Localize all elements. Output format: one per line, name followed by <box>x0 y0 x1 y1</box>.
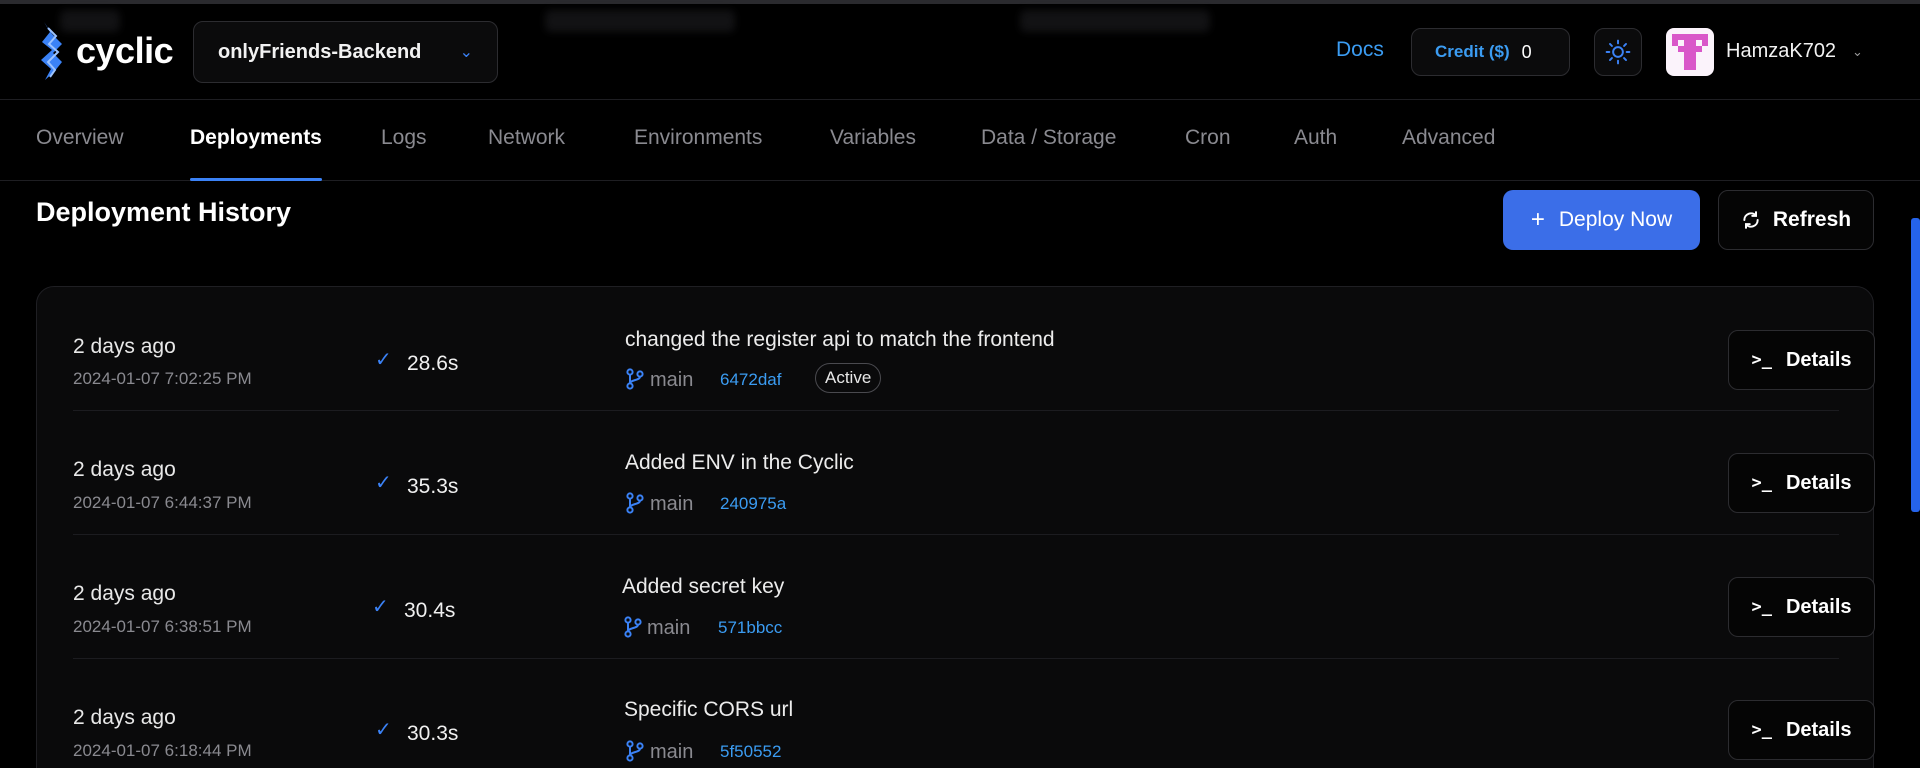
terminal-icon: >_ <box>1751 473 1772 493</box>
deployment-duration: 28.6s <box>407 352 459 375</box>
commit-hash-link[interactable]: 5f50552 <box>720 742 781 762</box>
credit-value: 0 <box>1521 41 1532 62</box>
tab-cron[interactable]: Cron <box>1185 101 1231 181</box>
deployment-row: 2 days ago 2024-01-07 7:02:25 PM ✓ 28.6s… <box>73 287 1875 411</box>
sun-icon <box>1605 39 1631 65</box>
deployment-timestamp: 2024-01-07 6:38:51 PM <box>73 617 252 636</box>
blurred-background <box>1020 10 1210 32</box>
branch-name: main <box>647 617 691 639</box>
deployment-row: 2 days ago 2024-01-07 6:38:51 PM ✓ 30.4s… <box>73 535 1875 659</box>
commit-message: changed the register api to match the fr… <box>625 328 1055 351</box>
credit-button[interactable]: Credit ($) 0 <box>1411 28 1570 76</box>
deploy-now-label: Deploy Now <box>1558 208 1673 231</box>
deployment-row: 2 days ago 2024-01-07 6:18:44 PM ✓ 30.3s… <box>73 659 1875 768</box>
git-branch-icon <box>626 740 644 762</box>
check-icon: ✓ <box>375 349 392 371</box>
details-label: Details <box>1785 718 1852 741</box>
project-name: onlyFriends-Backend <box>218 40 422 63</box>
deploy-now-button[interactable]: + Deploy Now <box>1503 190 1700 250</box>
commit-message: Added secret key <box>622 575 785 598</box>
tab-variables[interactable]: Variables <box>830 101 916 181</box>
project-selector[interactable]: onlyFriends-Backend ⌄ <box>193 21 498 83</box>
avatar[interactable] <box>1666 28 1714 76</box>
branch-name: main <box>650 369 694 391</box>
tab-auth[interactable]: Auth <box>1294 101 1337 181</box>
git-branch-icon <box>626 492 644 514</box>
branch-name: main <box>650 741 694 763</box>
details-button[interactable]: >_ Details <box>1728 453 1875 513</box>
project-tabs: Overview Deployments Logs Network Enviro… <box>0 101 1920 181</box>
tab-environments[interactable]: Environments <box>634 101 762 181</box>
refresh-button[interactable]: Refresh <box>1718 190 1874 250</box>
cyclic-logo-icon <box>41 22 62 80</box>
commit-message: Added ENV in the Cyclic <box>625 451 854 474</box>
deployment-timestamp: 2024-01-07 7:02:25 PM <box>73 369 252 388</box>
chevron-down-icon[interactable]: ⌄ <box>1852 44 1863 60</box>
details-button[interactable]: >_ Details <box>1728 330 1875 390</box>
deployment-timestamp: 2024-01-07 6:44:37 PM <box>73 493 252 512</box>
deployment-relative-time: 2 days ago <box>73 458 176 481</box>
chevron-down-icon: ⌄ <box>459 44 473 61</box>
deployment-row: 2 days ago 2024-01-07 6:44:37 PM ✓ 35.3s… <box>73 411 1875 535</box>
page-title: Deployment History <box>36 197 292 227</box>
branch-name: main <box>650 493 694 515</box>
check-icon: ✓ <box>375 472 392 494</box>
tab-overview[interactable]: Overview <box>36 101 124 181</box>
active-badge: Active <box>815 363 882 393</box>
plus-icon: + <box>1530 206 1545 233</box>
details-label: Details <box>1785 595 1852 618</box>
commit-message: Specific CORS url <box>624 698 794 721</box>
deployment-timestamp: 2024-01-07 6:18:44 PM <box>73 741 252 760</box>
app-logo[interactable]: cyclic <box>36 22 174 80</box>
docs-link[interactable]: Docs <box>1336 38 1384 62</box>
top-bar: cyclic onlyFriends-Backend ⌄ Docs Credit… <box>0 0 1920 100</box>
tab-data-storage[interactable]: Data / Storage <box>981 101 1116 181</box>
deployment-history-panel: 2 days ago 2024-01-07 7:02:25 PM ✓ 28.6s… <box>36 286 1875 768</box>
deployment-duration: 30.4s <box>404 599 456 622</box>
blurred-background <box>545 10 735 32</box>
username[interactable]: HamzaK702 <box>1726 40 1836 63</box>
tab-deployments[interactable]: Deployments <box>190 101 322 181</box>
window-edge <box>0 0 1920 4</box>
deployment-duration: 35.3s <box>407 475 459 498</box>
details-button[interactable]: >_ Details <box>1728 700 1875 760</box>
git-branch-icon <box>626 368 644 390</box>
deployment-relative-time: 2 days ago <box>73 582 176 605</box>
commit-hash-link[interactable]: 240975a <box>720 494 786 514</box>
avatar-identicon <box>1672 34 1708 70</box>
refresh-icon <box>1743 211 1759 229</box>
commit-hash-link[interactable]: 6472daf <box>720 370 781 390</box>
credit-label: Credit ($) <box>1435 42 1510 61</box>
theme-toggle-button[interactable] <box>1594 28 1642 76</box>
terminal-icon: >_ <box>1751 350 1772 370</box>
scrollbar-thumb[interactable] <box>1911 218 1920 512</box>
check-icon: ✓ <box>375 719 392 741</box>
tab-network[interactable]: Network <box>488 101 565 181</box>
git-branch-icon <box>624 616 642 638</box>
terminal-icon: >_ <box>1751 720 1772 740</box>
check-icon: ✓ <box>372 596 389 618</box>
deployment-relative-time: 2 days ago <box>73 335 176 358</box>
deployment-relative-time: 2 days ago <box>73 706 176 729</box>
details-button[interactable]: >_ Details <box>1728 577 1875 637</box>
commit-hash-link[interactable]: 571bbcc <box>718 618 782 638</box>
deployment-duration: 30.3s <box>407 722 459 745</box>
logo-text: cyclic <box>76 30 174 71</box>
terminal-icon: >_ <box>1751 597 1772 617</box>
details-label: Details <box>1785 348 1852 371</box>
tab-logs[interactable]: Logs <box>381 101 427 181</box>
refresh-label: Refresh <box>1772 208 1852 231</box>
details-label: Details <box>1785 471 1852 494</box>
tab-advanced[interactable]: Advanced <box>1402 101 1495 181</box>
